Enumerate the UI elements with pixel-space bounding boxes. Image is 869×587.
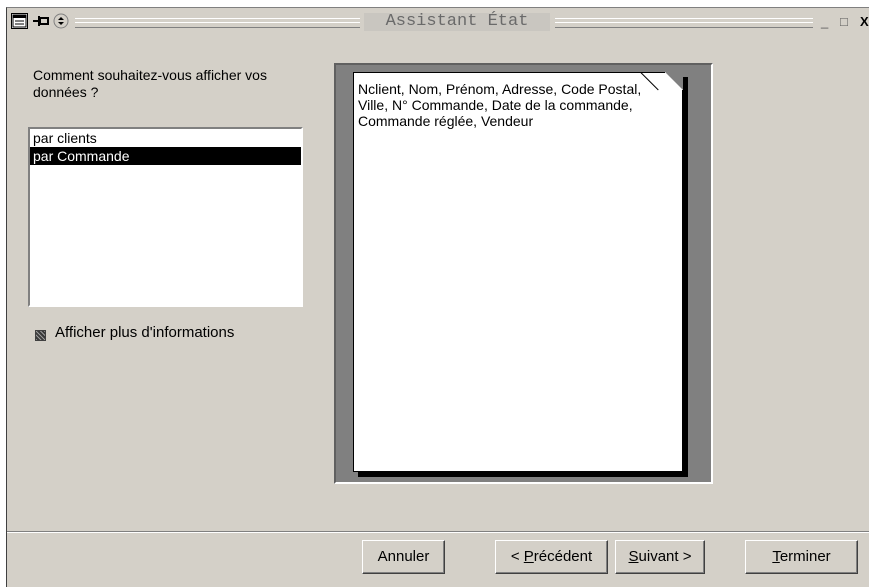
finish-button[interactable]: Terminer	[745, 540, 858, 574]
separator	[7, 531, 869, 533]
next-button[interactable]: Suivant >	[615, 540, 705, 574]
cancel-button[interactable]: Annuler	[362, 540, 445, 574]
question-label: Comment souhaitez-vous afficher vos donn…	[33, 67, 267, 100]
dropdown-arrows-icon[interactable]	[53, 13, 69, 29]
title-bar[interactable]: Assistant État _ □ X	[7, 8, 869, 36]
title-bar-grip	[555, 18, 813, 28]
preview-page: Nclient, Nom, Prénom, Adresse, Code Post…	[353, 72, 683, 472]
wizard-window: Assistant État _ □ X Comment souhaitez-v…	[6, 7, 869, 587]
maximize-button[interactable]: □	[840, 15, 848, 29]
display-by-listbox[interactable]: par clients par Commande	[28, 127, 303, 307]
window-title: Assistant État	[364, 13, 550, 31]
pin-icon[interactable]	[32, 13, 50, 29]
close-button[interactable]: X	[860, 15, 869, 29]
list-item-par-clients[interactable]: par clients	[30, 129, 301, 147]
form-view-icon[interactable]	[11, 13, 28, 29]
title-bar-grip	[75, 18, 360, 28]
preview-fields-text: Nclient, Nom, Prénom, Adresse, Code Post…	[358, 81, 642, 129]
minimize-button[interactable]: _	[821, 15, 828, 29]
list-item-par-commande[interactable]: par Commande	[30, 147, 301, 165]
previous-button[interactable]: < Précédent	[495, 540, 608, 574]
more-info-label[interactable]: Afficher plus d'informations	[55, 324, 234, 342]
preview-pane: Nclient, Nom, Prénom, Adresse, Code Post…	[334, 63, 713, 484]
more-info-checkbox[interactable]	[35, 330, 46, 341]
